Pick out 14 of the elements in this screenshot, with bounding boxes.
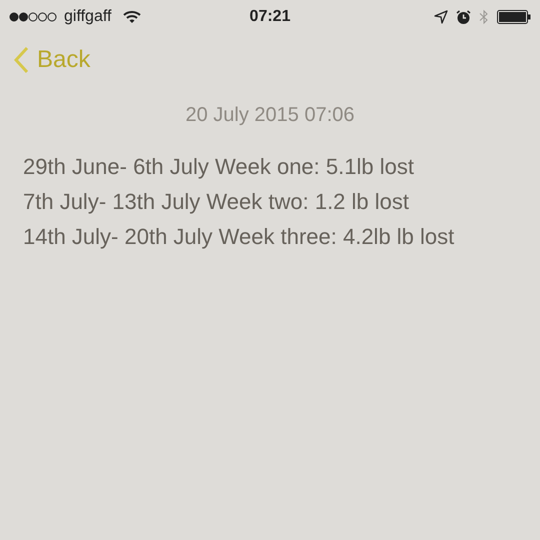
note-line: 7th July- 13th July Week two: 1.2 lb lost [23,188,410,216]
note-line: 14th July- 20th July Week three: 4.2lb lb lost [23,223,456,251]
signal-strength-icon [9,12,57,22]
back-button[interactable]: Back [14,42,90,78]
location-arrow-icon [434,10,448,24]
wifi-icon [123,10,142,24]
note-date: 20 July 2015 07:06 [185,103,355,128]
back-chevron-icon [14,46,29,74]
alarm-clock-icon [456,10,471,24]
note-line: 29th June- 6th July Week one: 5.1lb lost [23,153,415,181]
carrier-name: giffgaff [64,7,112,27]
status-time: 07:21 [250,7,290,27]
battery-icon [497,10,531,24]
bluetooth-icon [479,9,489,25]
